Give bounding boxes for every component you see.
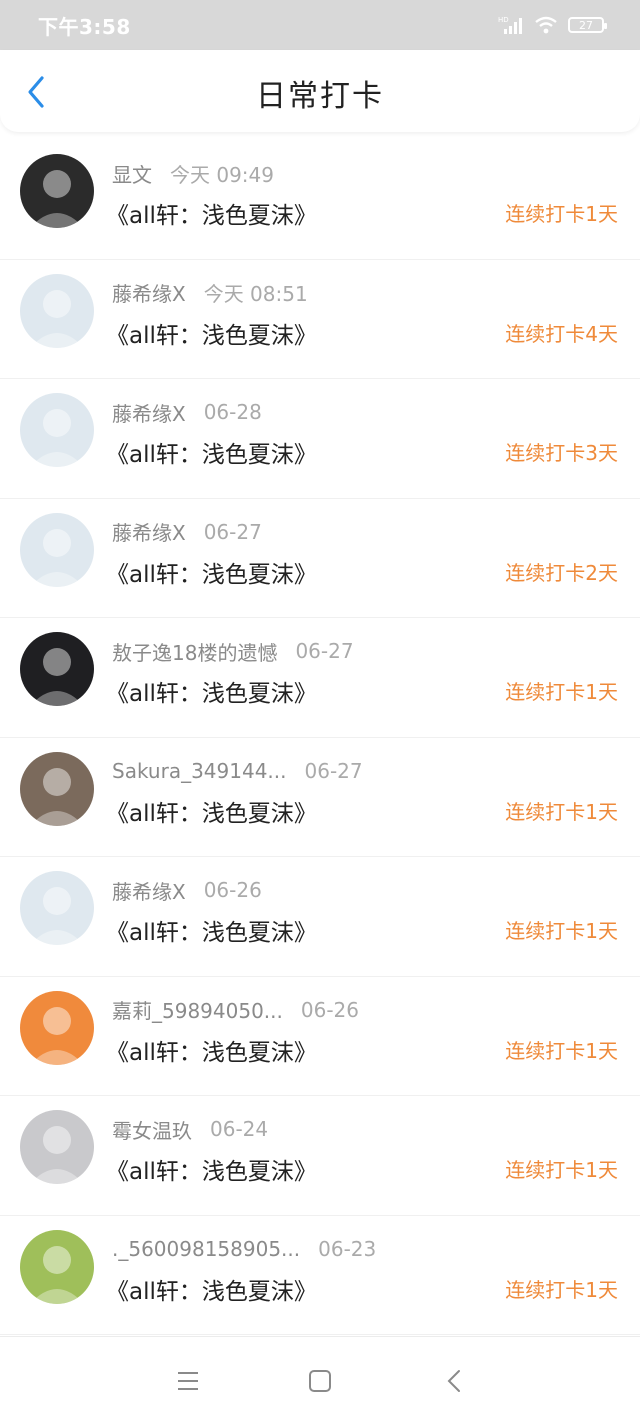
book-title[interactable]: 《all轩：浅色夏沫》	[106, 794, 317, 828]
post-time: 06-27	[304, 758, 363, 783]
streak-label: 连续打卡1天	[505, 919, 618, 943]
user-meta: 敖子逸18楼的遗憾 06-27	[112, 637, 354, 666]
avatar[interactable]	[20, 393, 94, 467]
battery-level: 27	[579, 18, 593, 32]
post-time: 06-26	[203, 878, 262, 902]
avatar[interactable]	[20, 1110, 94, 1184]
checkin-list: 显文 今天 09:49 《all轩：浅色夏沫》 连续打卡1天 藤希缘X 今天 08:51 《…	[0, 140, 640, 1335]
list-item[interactable]: 藤希缘X 06-26 《all轩：浅色夏沫》 连续打卡1天	[0, 857, 640, 977]
book-title[interactable]: 《all轩：浅色夏沫》	[106, 1152, 317, 1186]
book-title[interactable]: 《all轩：浅色夏沫》	[106, 913, 317, 947]
book-title[interactable]: 《all轩：浅色夏沫》	[106, 316, 317, 350]
back-arrow-icon	[447, 1370, 460, 1392]
avatar[interactable]	[20, 751, 94, 826]
streak-label: 连续打卡2天	[505, 560, 618, 585]
user-name[interactable]: Sakura_349144...	[112, 759, 287, 783]
status-icons: HD 27	[498, 15, 607, 35]
home-button[interactable]	[300, 1365, 340, 1397]
streak-label: 连续打卡1天	[505, 202, 618, 226]
home-square-icon	[309, 1370, 331, 1392]
post-time: 今天 09:49	[170, 162, 274, 187]
user-meta: 藤希缘X 06-27	[112, 517, 262, 546]
post-time: 今天 08:51	[203, 282, 308, 306]
streak-label: 连续打卡1天	[505, 680, 618, 704]
user-meta: 藤希缘X 06-26	[112, 876, 262, 905]
list-item[interactable]: 嘉莉_59894050... 06-26 《all轩：浅色夏沫》 连续打卡1天	[0, 977, 640, 1096]
post-time: 06-28	[203, 400, 262, 424]
avatar[interactable]	[20, 990, 94, 1065]
user-name[interactable]: 敖子逸18楼的遗憾	[112, 637, 277, 666]
streak-label: 连续打卡1天	[505, 1038, 618, 1063]
user-meta: 嘉莉_59894050... 06-26	[112, 995, 359, 1024]
user-name[interactable]: 显文	[112, 159, 152, 188]
user-name[interactable]: 藤希缘X	[112, 398, 186, 427]
book-title[interactable]: 《all轩：浅色夏沫》	[106, 1272, 317, 1306]
status-bar: 下午3:58 HD 27	[0, 0, 640, 50]
book-title[interactable]: 《all轩：浅色夏沫》	[106, 674, 317, 708]
page-title: 日常打卡	[256, 79, 384, 114]
avatar[interactable]	[20, 273, 94, 348]
user-name[interactable]: 霉女温玖	[112, 1115, 192, 1144]
user-name[interactable]: ._560098158905...	[112, 1237, 300, 1261]
list-item[interactable]: Sakura_349144... 06-27 《all轩：浅色夏沫》 连续打卡1天	[0, 738, 640, 857]
streak-label: 连续打卡1天	[505, 1158, 618, 1182]
user-meta: ._560098158905... 06-23	[112, 1236, 376, 1262]
list-item[interactable]: 藤希缘X 06-28 《all轩：浅色夏沫》 连续打卡3天	[0, 379, 640, 499]
book-title[interactable]: 《all轩：浅色夏沫》	[106, 555, 317, 589]
signal-icon: HD	[498, 16, 522, 34]
menu-button[interactable]	[168, 1365, 208, 1397]
list-item[interactable]: 藤希缘X 06-27 《all轩：浅色夏沫》 连续打卡2天	[0, 499, 640, 618]
nav-back-button[interactable]	[434, 1365, 474, 1397]
book-title[interactable]: 《all轩：浅色夏沫》	[106, 435, 317, 469]
status-time: 下午3:58	[38, 14, 131, 39]
svg-text:HD: HD	[498, 16, 509, 24]
user-name[interactable]: 藤希缘X	[112, 278, 186, 307]
avatar[interactable]	[20, 871, 94, 945]
streak-label: 连续打卡1天	[505, 799, 618, 824]
user-meta: 藤希缘X 06-28	[112, 398, 262, 427]
avatar[interactable]	[20, 154, 94, 228]
user-meta: 藤希缘X 今天 08:51	[112, 280, 308, 306]
list-item[interactable]: 显文 今天 09:49 《all轩：浅色夏沫》 连续打卡1天	[0, 140, 640, 260]
streak-label: 连续打卡3天	[505, 441, 618, 465]
post-time: 06-23	[318, 1236, 377, 1261]
book-title[interactable]: 《all轩：浅色夏沫》	[106, 196, 317, 230]
user-meta: Sakura_349144... 06-27	[112, 758, 363, 784]
user-name[interactable]: 藤希缘X	[112, 876, 186, 905]
wifi-icon	[535, 16, 557, 34]
system-nav-bar	[0, 1336, 640, 1423]
book-title[interactable]: 《all轩：浅色夏沫》	[106, 1033, 317, 1067]
user-meta: 霉女温玖 06-24	[112, 1115, 269, 1144]
post-time: 06-27	[203, 519, 262, 544]
streak-label: 连续打卡4天	[505, 321, 618, 346]
avatar[interactable]	[20, 1229, 94, 1304]
list-item[interactable]: ._560098158905... 06-23 《all轩：浅色夏沫》 连续打卡1天	[0, 1216, 640, 1335]
menu-icon	[178, 1372, 198, 1390]
list-item[interactable]: 藤希缘X 今天 08:51 《all轩：浅色夏沫》 连续打卡4天	[0, 260, 640, 379]
battery-icon: 27	[568, 17, 607, 33]
streak-label: 连续打卡1天	[505, 1277, 618, 1302]
post-time: 06-24	[210, 1117, 269, 1141]
user-meta: 显文 今天 09:49	[112, 159, 274, 188]
avatar[interactable]	[20, 632, 94, 706]
user-name[interactable]: 藤希缘X	[112, 517, 186, 546]
nav-header: 日常打卡	[0, 50, 640, 132]
list-item[interactable]: 敖子逸18楼的遗憾 06-27 《all轩：浅色夏沫》 连续打卡1天	[0, 618, 640, 738]
list-item[interactable]: 霉女温玖 06-24 《all轩：浅色夏沫》 连续打卡1天	[0, 1096, 640, 1216]
user-name[interactable]: 嘉莉_59894050...	[112, 995, 283, 1024]
post-time: 06-27	[295, 639, 354, 663]
avatar[interactable]	[20, 512, 94, 587]
post-time: 06-26	[300, 997, 359, 1022]
